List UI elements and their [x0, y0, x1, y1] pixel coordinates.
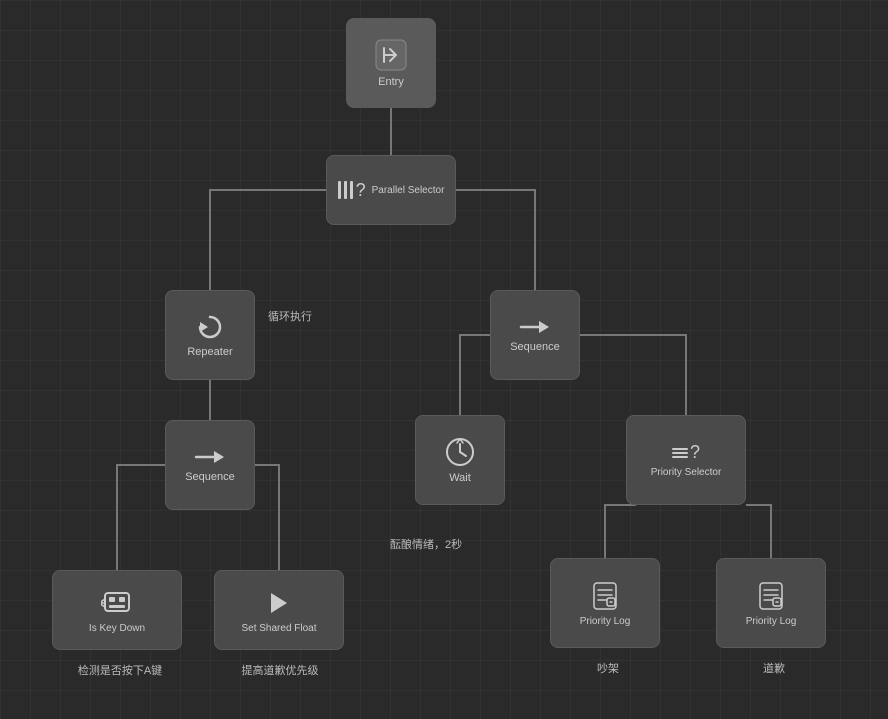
- sequence-right-label: Sequence: [510, 341, 560, 353]
- loop-annotation: 循环执行: [268, 308, 312, 324]
- sequence-left-node[interactable]: Sequence: [165, 420, 255, 510]
- entry-label: Entry: [378, 76, 404, 88]
- keydown-label: Is Key Down: [89, 623, 145, 634]
- prioritylog-left-node[interactable]: Priority Log: [550, 558, 660, 648]
- parallel-selector-node[interactable]: ? Parallel Selector: [326, 155, 456, 225]
- prioritylog-right-label: Priority Log: [746, 616, 797, 627]
- wait-node[interactable]: Wait: [415, 415, 505, 505]
- wait-label: Wait: [449, 472, 471, 484]
- setfloat-label: Set Shared Float: [241, 623, 316, 634]
- setfloat-annotation: 提高道歉优先级: [210, 662, 350, 678]
- prioritylog-left-label: Priority Log: [580, 616, 631, 627]
- setfloat-node[interactable]: Set Shared Float: [214, 570, 344, 650]
- logbrawl-annotation: 吵架: [548, 660, 668, 676]
- wait-annotation: 酝酿情绪，2秒: [390, 536, 462, 552]
- repeater-label: Repeater: [187, 346, 232, 358]
- keydown-icon: [101, 587, 133, 619]
- prioritylog-right-node[interactable]: Priority Log: [716, 558, 826, 648]
- priority-selector-node[interactable]: ? Priority Selector: [626, 415, 746, 505]
- sequence-right-icon: [519, 317, 551, 337]
- parallel-selector-label: Parallel Selector: [372, 185, 445, 196]
- entry-icon: [374, 38, 408, 72]
- prioritylog-right-icon: [755, 580, 787, 612]
- sequence-right-node[interactable]: Sequence: [490, 290, 580, 380]
- priority-selector-icon: ?: [672, 442, 700, 463]
- sequence-left-icon: [194, 447, 226, 467]
- logapology-annotation: 道歉: [714, 660, 834, 676]
- setfloat-icon: [263, 587, 295, 619]
- parallel-icon: ?: [338, 180, 366, 201]
- repeater-icon: [195, 312, 225, 342]
- repeater-node[interactable]: Repeater: [165, 290, 255, 380]
- priority-selector-label: Priority Selector: [651, 467, 722, 478]
- wait-icon: [444, 436, 476, 468]
- keydown-annotation: 检测是否按下A键: [50, 662, 190, 678]
- sequence-left-label: Sequence: [185, 471, 235, 483]
- prioritylog-left-icon: [589, 580, 621, 612]
- keydown-node[interactable]: Is Key Down: [52, 570, 182, 650]
- entry-node[interactable]: Entry: [346, 18, 436, 108]
